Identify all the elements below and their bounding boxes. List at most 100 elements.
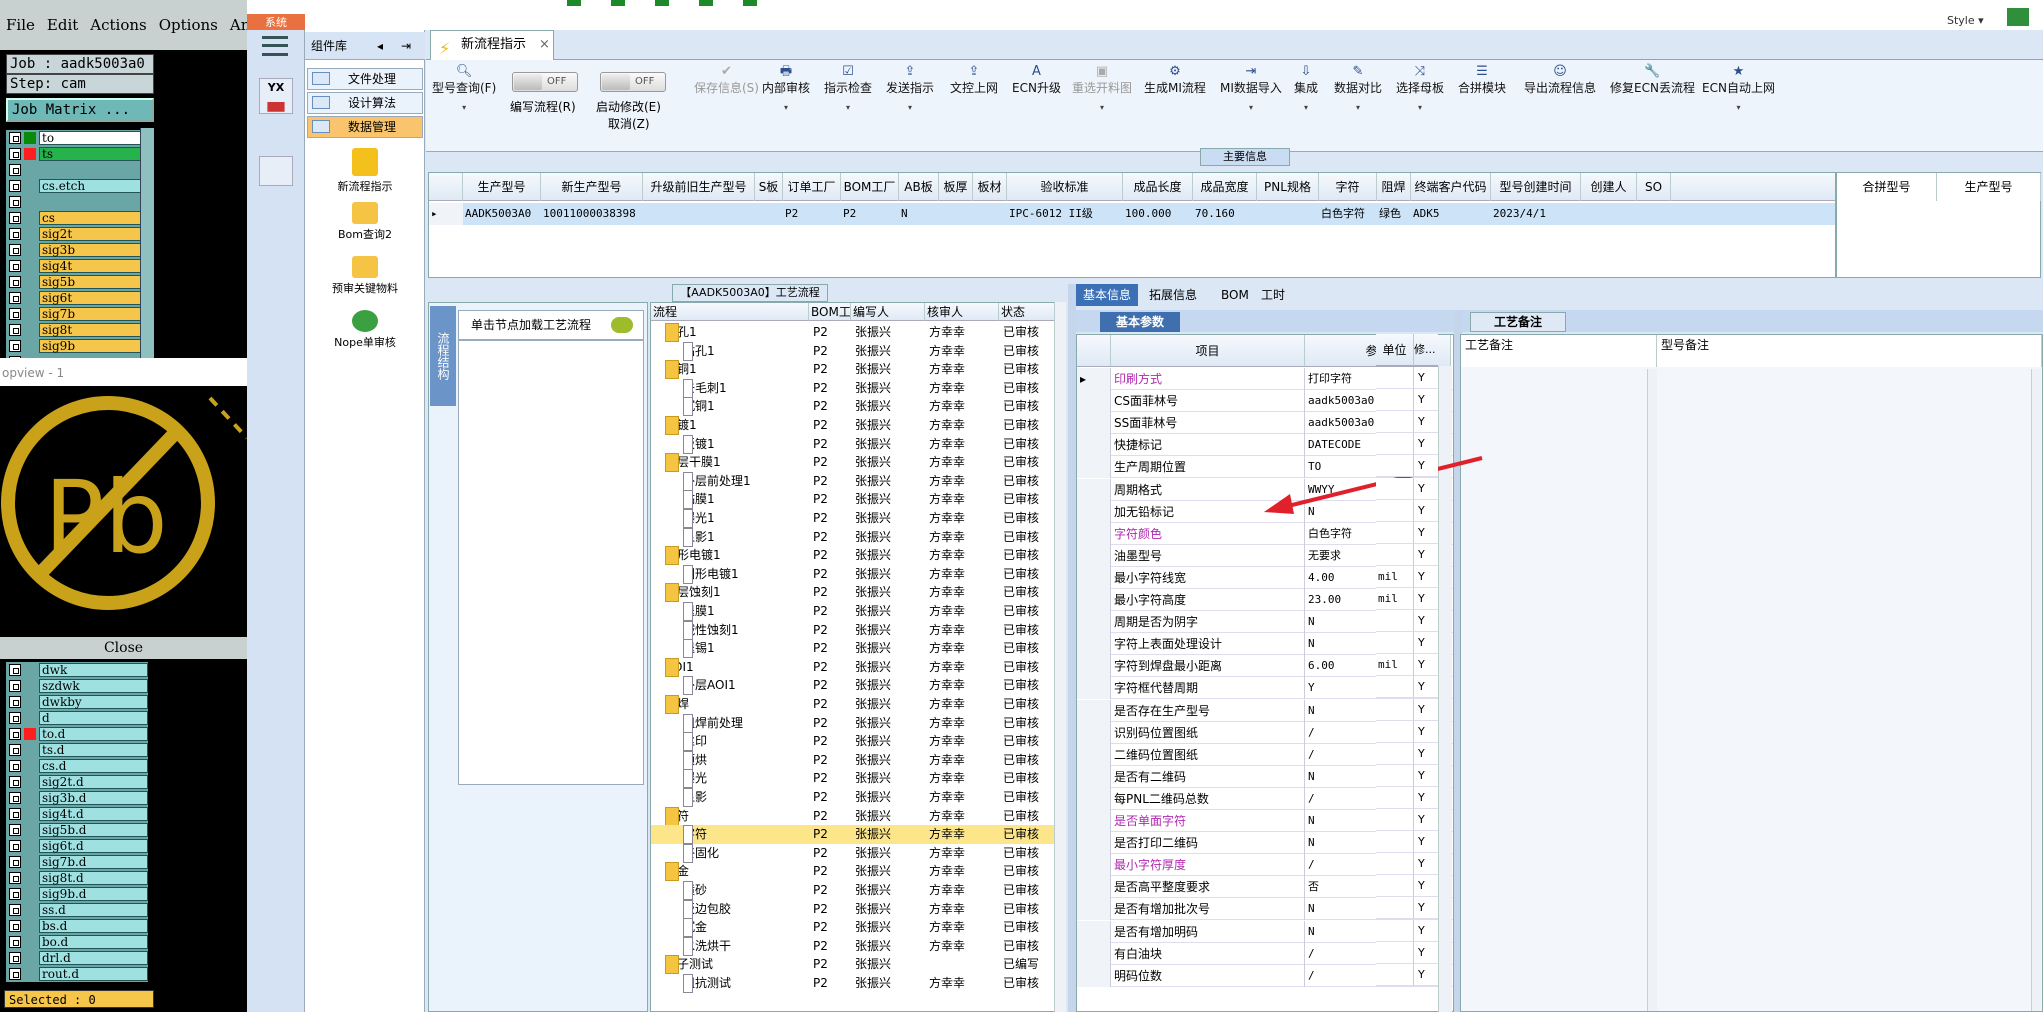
layer-checkbox[interactable] [9, 696, 21, 708]
layer-row[interactable]: sig7b.d [6, 854, 148, 870]
table-row[interactable]: 沉金 P2 张振兴 方幸幸 已审核 [651, 918, 1065, 938]
col-header[interactable]: 板材 [973, 173, 1007, 201]
layer-checkbox[interactable] [9, 664, 21, 676]
layer-checkbox[interactable] [9, 824, 21, 836]
layer-row[interactable]: ts [6, 146, 148, 162]
load-flow-prompt[interactable]: 单击节点加载工艺流程 [458, 310, 644, 340]
edit-flow-toggle[interactable]: OFF [512, 72, 578, 92]
enable-edit-toggle[interactable]: OFF [600, 72, 666, 92]
close-button[interactable]: Close [0, 637, 247, 659]
layer-row[interactable]: cs.etch [6, 178, 148, 194]
table-row[interactable]: 字符 P2 张振兴 方幸幸 已审核 [651, 825, 1065, 845]
table-row[interactable]: 退膜1 P2 张振兴 方幸幸 已审核 [651, 602, 1065, 621]
chevron-down-icon[interactable]: ▾ [886, 100, 934, 116]
table-row[interactable]: 显影1 P2 张振兴 方幸幸 已审核 [651, 527, 1065, 547]
table-row[interactable]: −外层干膜1P2张振兴方幸幸已审核 [651, 453, 1065, 473]
chevron-down-icon[interactable]: ▾ [762, 100, 810, 116]
cad-menu-edit[interactable]: Edit [47, 16, 78, 34]
layer-checkbox[interactable] [9, 132, 21, 144]
chevron-down-icon[interactable]: ▾ [1294, 100, 1318, 116]
layer-checkbox[interactable] [9, 712, 21, 724]
table-row[interactable]: 预烘 P2 张振兴 方幸幸 已审核 [651, 750, 1065, 770]
layer-row[interactable]: sig2t [6, 226, 148, 242]
table-row[interactable]: −钻孔1P2张振兴方幸幸已审核 [651, 323, 1065, 342]
cancel-button[interactable]: 取消(Z) [608, 115, 650, 132]
hamburger-icon[interactable] [262, 36, 288, 56]
proc-col-header[interactable]: 编写人 [851, 303, 925, 321]
table-row[interactable]: 沉铜1 P2 张振兴 方幸幸 已审核 [651, 397, 1065, 417]
table-row[interactable]: 终固化 P2 张振兴 方幸幸 已审核 [651, 843, 1065, 863]
table-row[interactable]: 退锡1 P2 张振兴 方幸幸 已审核 [651, 639, 1065, 659]
proc-col-header[interactable]: BOM工厂 [809, 303, 851, 321]
layer-row[interactable]: bs.d [6, 918, 148, 934]
toolbar-button-11[interactable]: ⤨ 选择母板 ▾ [1396, 64, 1444, 116]
col-header[interactable]: SO [1637, 173, 1671, 201]
job-matrix-button[interactable]: Job Matrix ... [6, 98, 154, 122]
yx-icon[interactable]: YX ▆▆ [259, 78, 293, 114]
layer-checkbox[interactable] [9, 840, 21, 852]
layer-row[interactable]: sig8t.d [6, 870, 148, 886]
col-header[interactable]: 创建人 [1581, 173, 1637, 201]
layer-row[interactable]: sig4t [6, 258, 148, 274]
col-header[interactable]: 订单工厂 [783, 173, 841, 201]
table-row[interactable]: 钻孔1 P2 张振兴 方幸幸 已审核 [651, 341, 1065, 361]
splitter[interactable] [1068, 284, 1076, 1012]
layer-row[interactable]: cs [6, 210, 148, 226]
layer-row[interactable]: szdwk [6, 678, 148, 694]
layer-row[interactable]: sig6t.d [6, 838, 148, 854]
layer-checkbox[interactable] [9, 952, 21, 964]
table-row[interactable]: 曝光 P2 张振兴 方幸幸 已审核 [651, 769, 1065, 789]
table-row[interactable]: 喷砂 P2 张振兴 方幸幸 已审核 [651, 881, 1065, 900]
toolbar-button-8[interactable]: ⇥ MI数据导入 ▾ [1220, 64, 1282, 116]
layer-checkbox[interactable] [9, 920, 21, 932]
table-row[interactable]: −沉金P2张振兴方幸幸已审核 [651, 862, 1065, 882]
proc-col-header[interactable]: 流程 [651, 303, 809, 321]
layer-row[interactable]: sig9b.d [6, 886, 148, 902]
layer-checkbox[interactable] [9, 792, 21, 804]
layer-checkbox[interactable] [9, 276, 21, 288]
toolbar-button-3[interactable]: ⇪ 发送指示 ▾ [886, 64, 934, 116]
layer-row[interactable]: ss.d [6, 902, 148, 918]
chevron-down-icon[interactable]: ▾ [1396, 100, 1444, 116]
col-header[interactable]: S板 [755, 173, 783, 201]
layer-checkbox[interactable] [9, 164, 21, 176]
table-row[interactable]: 外层前处理1 P2 张振兴 方幸幸 已审核 [651, 471, 1065, 491]
info-tab-3[interactable]: 工时 [1254, 284, 1292, 306]
layer-row[interactable]: sig9b [6, 338, 148, 354]
col-header[interactable]: 板厚 [939, 173, 973, 201]
table-row[interactable]: 阻抗测试 P2 张振兴 方幸幸 已审核 [651, 974, 1065, 993]
layer-checkbox[interactable] [9, 856, 21, 868]
layer-checkbox[interactable] [9, 936, 21, 948]
layer-row[interactable]: sig5b [6, 274, 148, 290]
layer-row[interactable]: sig6t [6, 290, 148, 306]
info-tab-2[interactable]: BOM [1214, 284, 1256, 306]
layer-checkbox[interactable] [9, 872, 21, 884]
layer-checkbox[interactable] [9, 148, 21, 160]
table-row[interactable]: −电子测试P2张振兴已编写 [651, 955, 1065, 975]
layer-row[interactable]: sig7b [6, 306, 148, 322]
nav-tool-1[interactable]: Bom查询2 [307, 202, 423, 242]
layer-checkbox[interactable] [9, 904, 21, 916]
query-button[interactable]: 🔍︎ 型号查询(F) ▾ [432, 64, 496, 116]
toolbar-button-12[interactable]: ☰ 合拼模块 [1458, 64, 1506, 96]
layer-checkbox[interactable] [9, 680, 21, 692]
table-row[interactable]: 水洗烘干 P2 张振兴 方幸幸 已审核 [651, 936, 1065, 956]
chevron-down-icon[interactable]: ▾ [1334, 100, 1382, 116]
nav-tool-3[interactable]: Nope单审核 [307, 310, 423, 350]
layer-scrollbar[interactable] [140, 128, 154, 358]
cad-menu-file[interactable]: File [6, 16, 35, 34]
layer-checkbox[interactable] [9, 308, 21, 320]
table-row[interactable]: 阻焊前处理 P2 张振兴 方幸幸 已审核 [651, 713, 1065, 733]
col-header[interactable]: 终端客户代码 [1411, 173, 1491, 201]
table-row[interactable]: −外层蚀刻1P2张振兴方幸幸已审核 [651, 583, 1065, 603]
table-row[interactable]: −图形电镀1P2张振兴方幸幸已审核 [651, 546, 1065, 566]
layer-row[interactable]: d [6, 710, 148, 726]
layer-checkbox[interactable] [9, 260, 21, 272]
layer-checkbox[interactable] [9, 212, 21, 224]
toolbar-button-6[interactable]: ▣ 重选开料图 ▾ [1072, 64, 1132, 116]
layer-row[interactable]: bo.d [6, 934, 148, 950]
table-row[interactable]: 去毛刺1 P2 张振兴 方幸幸 已审核 [651, 378, 1065, 398]
table-row[interactable]: −电镀1P2张振兴方幸幸已审核 [651, 416, 1065, 435]
layer-checkbox[interactable] [9, 180, 21, 192]
toolbar-button-13[interactable]: ☺ 导出流程信息 [1524, 64, 1596, 96]
